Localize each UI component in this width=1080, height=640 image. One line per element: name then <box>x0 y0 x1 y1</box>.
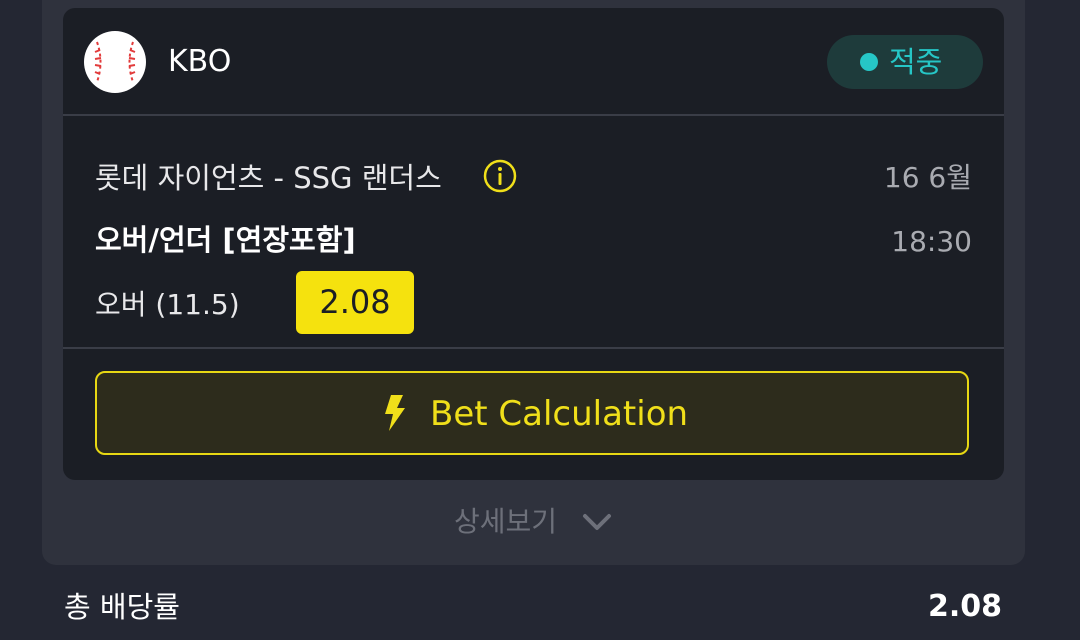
selection-name: 오버 (11.5) <box>95 288 240 321</box>
bet-calculation-label: Bet Calculation <box>430 394 689 434</box>
selection-details: 롯데 자이언츠 - SSG 랜더스 16 6월 오버/언더 [연장포함] 18:… <box>63 116 1004 349</box>
chevron-down-icon <box>583 514 611 530</box>
ticket-header: KBO 적중 <box>63 8 1004 116</box>
match-time: 18:30 <box>891 225 972 258</box>
status-label: 적중 <box>889 45 943 79</box>
status-dot-icon <box>860 53 878 71</box>
total-odds-label: 총 배당률 <box>64 590 180 624</box>
status-badge: 적중 <box>827 35 983 89</box>
baseball-icon <box>84 31 146 93</box>
view-details-label: 상세보기 <box>454 505 558 538</box>
odds-badge: 2.08 <box>296 271 414 334</box>
info-icon[interactable] <box>483 159 517 193</box>
match-title: 롯데 자이언츠 - SSG 랜더스 <box>95 161 442 195</box>
match-date: 16 6월 <box>883 161 972 194</box>
bet-calculation-button[interactable]: Bet Calculation <box>95 371 969 455</box>
view-details-toggle[interactable]: 상세보기 <box>440 500 640 544</box>
bet-ticket: KBO 적중 롯데 자이언츠 - SSG 랜더스 16 6월 오버/언더 [연장… <box>63 8 1004 480</box>
lightning-bolt-icon <box>385 395 405 431</box>
league-name: KBO <box>168 44 232 79</box>
total-odds-value: 2.08 <box>927 589 1002 624</box>
market-name: 오버/언더 [연장포함] <box>95 223 356 257</box>
bet-slip-page: KBO 적중 롯데 자이언츠 - SSG 랜더스 16 6월 오버/언더 [연장… <box>0 0 1080 640</box>
